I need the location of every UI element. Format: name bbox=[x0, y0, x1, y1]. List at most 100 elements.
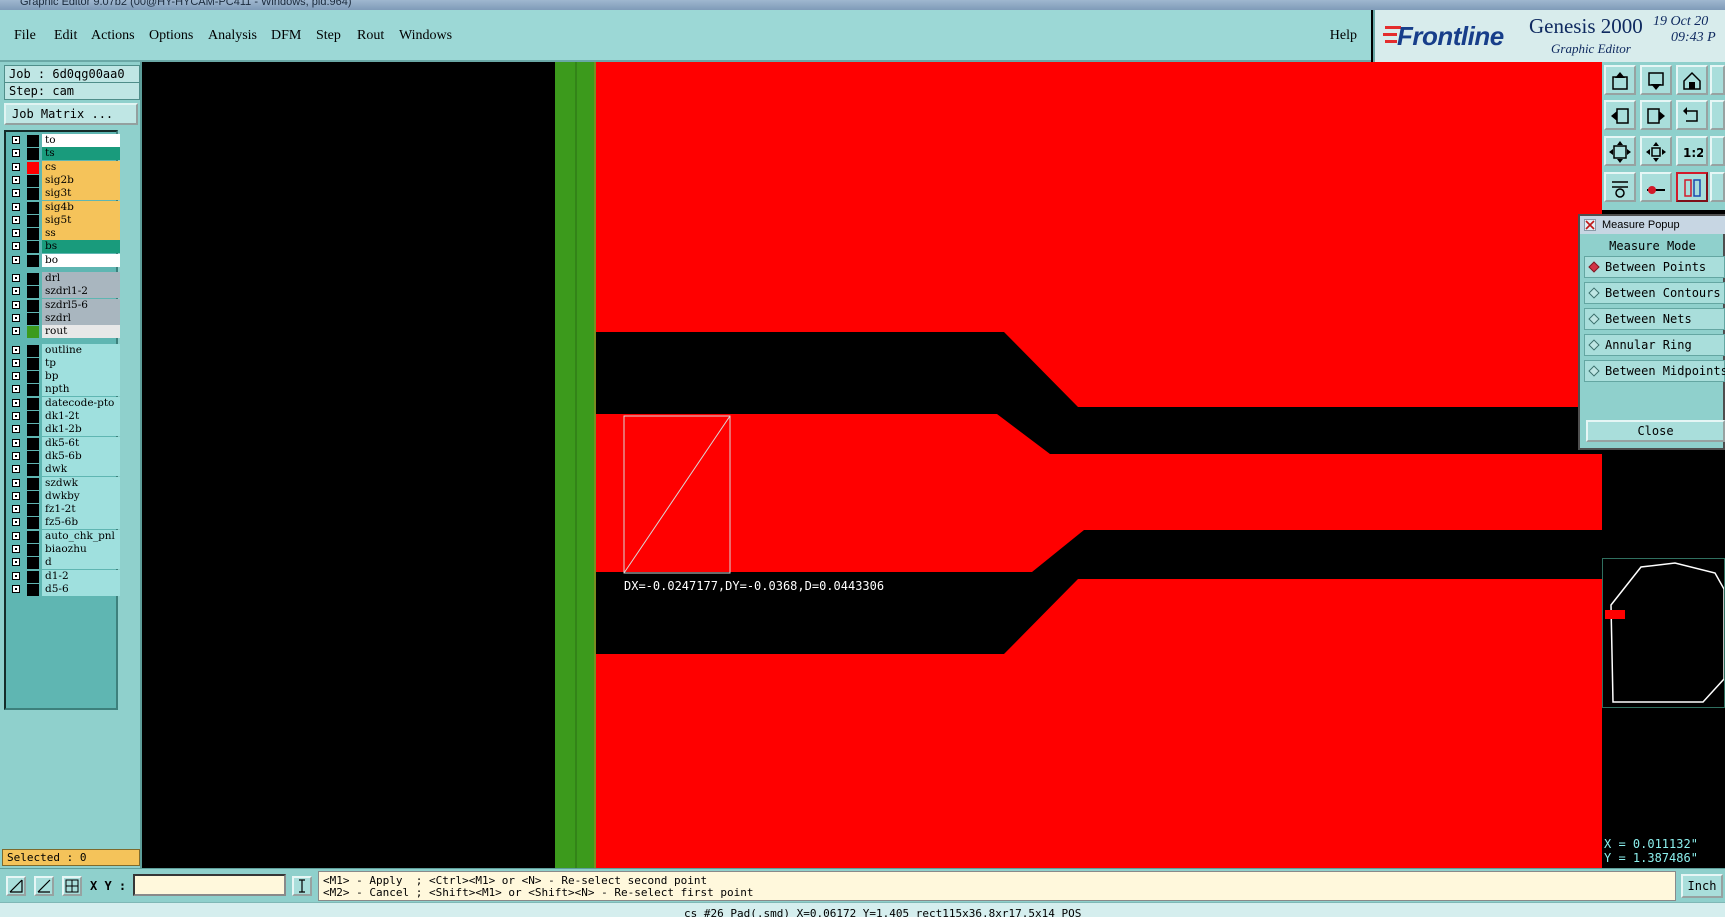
layer-color-swatch[interactable] bbox=[27, 148, 39, 161]
layer-checkbox[interactable] bbox=[12, 518, 20, 527]
layer-color-swatch[interactable] bbox=[27, 490, 39, 503]
layer-checkbox[interactable] bbox=[12, 398, 20, 407]
mode-between-points[interactable]: Between Points bbox=[1584, 256, 1725, 278]
layer-row[interactable]: dk1-2b bbox=[8, 423, 120, 437]
zoom-center-icon[interactable] bbox=[1640, 136, 1672, 166]
layer-row[interactable]: szdwk bbox=[8, 476, 120, 491]
layer-color-swatch[interactable] bbox=[27, 371, 39, 384]
layer-row[interactable]: d5-6 bbox=[8, 582, 120, 597]
layer-row[interactable]: szdrl bbox=[8, 311, 120, 326]
layer-row[interactable]: sig3t bbox=[8, 187, 120, 201]
layer-color-swatch[interactable] bbox=[27, 286, 39, 299]
layer-label[interactable]: biaozhu bbox=[42, 543, 120, 556]
layer-checkbox[interactable] bbox=[12, 465, 20, 474]
mode-between-midpoints[interactable]: Between Midpoints bbox=[1584, 360, 1725, 382]
zoom-ratio-icon[interactable]: 1:2 bbox=[1676, 136, 1708, 166]
toolbar-more-icon-4[interactable] bbox=[1710, 172, 1725, 202]
layer-label[interactable]: bp bbox=[42, 370, 120, 384]
layer-checkbox[interactable] bbox=[12, 189, 20, 198]
layer-color-swatch[interactable] bbox=[27, 424, 39, 437]
layer-row[interactable]: cs bbox=[8, 160, 120, 175]
close-icon[interactable] bbox=[1584, 219, 1596, 231]
layer-label[interactable]: outline bbox=[42, 343, 120, 357]
menu-dfm[interactable]: DFM bbox=[271, 28, 301, 44]
layer-row[interactable]: dk5-6b bbox=[8, 449, 120, 464]
layer-label[interactable]: datecode-pto bbox=[42, 396, 120, 410]
layer-row[interactable]: biaozhu bbox=[8, 543, 120, 557]
layer-checkbox[interactable] bbox=[12, 300, 20, 309]
layer-color-swatch[interactable] bbox=[27, 570, 39, 583]
layer-row[interactable]: outline bbox=[8, 343, 120, 358]
layer-color-swatch[interactable] bbox=[27, 254, 39, 267]
layer-color-swatch[interactable] bbox=[27, 161, 39, 174]
layer-label[interactable]: cs bbox=[42, 160, 120, 174]
layer-row[interactable]: szdrl5-6 bbox=[8, 298, 120, 313]
layer-row[interactable]: datecode-pto bbox=[8, 396, 120, 411]
layer-checkbox[interactable] bbox=[12, 215, 20, 224]
layer-color-swatch[interactable] bbox=[27, 188, 39, 201]
angle-mode-icon[interactable] bbox=[34, 876, 54, 896]
layer-label[interactable]: szdrl5-6 bbox=[42, 298, 120, 312]
layer-checkbox[interactable] bbox=[12, 358, 20, 367]
job-matrix-button[interactable]: Job Matrix ... bbox=[4, 103, 138, 125]
layer-row[interactable]: sig2b bbox=[8, 173, 120, 188]
layer-checkbox[interactable] bbox=[12, 425, 20, 434]
layer-row[interactable]: bs bbox=[8, 240, 120, 254]
layer-color-swatch[interactable] bbox=[27, 411, 39, 423]
mode-between-nets[interactable]: Between Nets bbox=[1584, 308, 1725, 330]
units-toggle-button[interactable]: Inch bbox=[1681, 874, 1723, 898]
zoom-home-icon[interactable] bbox=[1604, 65, 1636, 95]
layer-checkbox[interactable] bbox=[12, 242, 20, 251]
layer-label[interactable]: dwkby bbox=[42, 489, 120, 503]
mode-between-contours[interactable]: Between Contours bbox=[1584, 282, 1725, 304]
layer-label[interactable]: rout bbox=[42, 325, 120, 339]
layer-row[interactable]: bp bbox=[8, 370, 120, 384]
layer-color-swatch[interactable] bbox=[27, 583, 39, 596]
layer-color-swatch[interactable] bbox=[27, 464, 39, 477]
layer-checkbox[interactable] bbox=[12, 372, 20, 381]
layer-label[interactable]: sig2b bbox=[42, 173, 120, 187]
menu-actions[interactable]: Actions bbox=[91, 28, 135, 44]
layer-label[interactable]: to bbox=[42, 134, 120, 147]
layer-checkbox[interactable] bbox=[12, 438, 20, 447]
net-highlight-icon[interactable] bbox=[1676, 172, 1708, 202]
toolbar-more-icon-3[interactable] bbox=[1710, 136, 1725, 166]
xy-input[interactable] bbox=[133, 874, 286, 896]
layer-label[interactable]: auto_chk_pnl bbox=[42, 529, 120, 543]
layer-checkbox[interactable] bbox=[12, 385, 20, 394]
snap-settings-icon[interactable] bbox=[1604, 172, 1636, 202]
layer-checkbox[interactable] bbox=[12, 136, 20, 144]
layer-checkbox[interactable] bbox=[12, 202, 20, 211]
layer-color-swatch[interactable] bbox=[27, 397, 39, 410]
layer-color-swatch[interactable] bbox=[27, 273, 39, 285]
layer-row[interactable]: fz1-2t bbox=[8, 503, 120, 517]
menu-help[interactable]: Help bbox=[1330, 28, 1357, 44]
layer-label[interactable]: ss bbox=[42, 227, 120, 241]
layer-color-swatch[interactable] bbox=[27, 214, 39, 227]
redraw-icon[interactable] bbox=[1676, 100, 1708, 130]
layer-checkbox[interactable] bbox=[12, 274, 20, 282]
layer-label[interactable]: szdwk bbox=[42, 476, 120, 490]
layer-label[interactable]: dk5-6t bbox=[42, 436, 120, 450]
toolbar-more-icon-2[interactable] bbox=[1710, 100, 1725, 130]
grid-mode-icon[interactable] bbox=[62, 876, 82, 896]
layer-color-swatch[interactable] bbox=[27, 228, 39, 241]
menu-rout[interactable]: Rout bbox=[357, 28, 384, 44]
layer-row[interactable]: fz5-6b bbox=[8, 516, 120, 530]
layer-label[interactable]: fz5-6b bbox=[42, 516, 120, 530]
layer-checkbox[interactable] bbox=[12, 505, 20, 514]
zoom-fit-icon[interactable] bbox=[1604, 136, 1636, 166]
menu-options[interactable]: Options bbox=[149, 28, 193, 44]
layer-row[interactable]: to bbox=[8, 134, 120, 148]
layer-checkbox[interactable] bbox=[12, 345, 20, 354]
layer-row[interactable]: drl bbox=[8, 272, 120, 286]
layer-label[interactable]: dwk bbox=[42, 463, 120, 477]
layer-color-swatch[interactable] bbox=[27, 504, 39, 517]
layer-row[interactable]: d bbox=[8, 556, 120, 570]
layer-checkbox[interactable] bbox=[12, 255, 20, 264]
layer-color-swatch[interactable] bbox=[27, 477, 39, 490]
layer-checkbox[interactable] bbox=[12, 313, 20, 322]
layer-checkbox[interactable] bbox=[12, 545, 20, 553]
layer-row[interactable]: ts bbox=[8, 147, 120, 161]
layer-color-swatch[interactable] bbox=[27, 557, 39, 570]
